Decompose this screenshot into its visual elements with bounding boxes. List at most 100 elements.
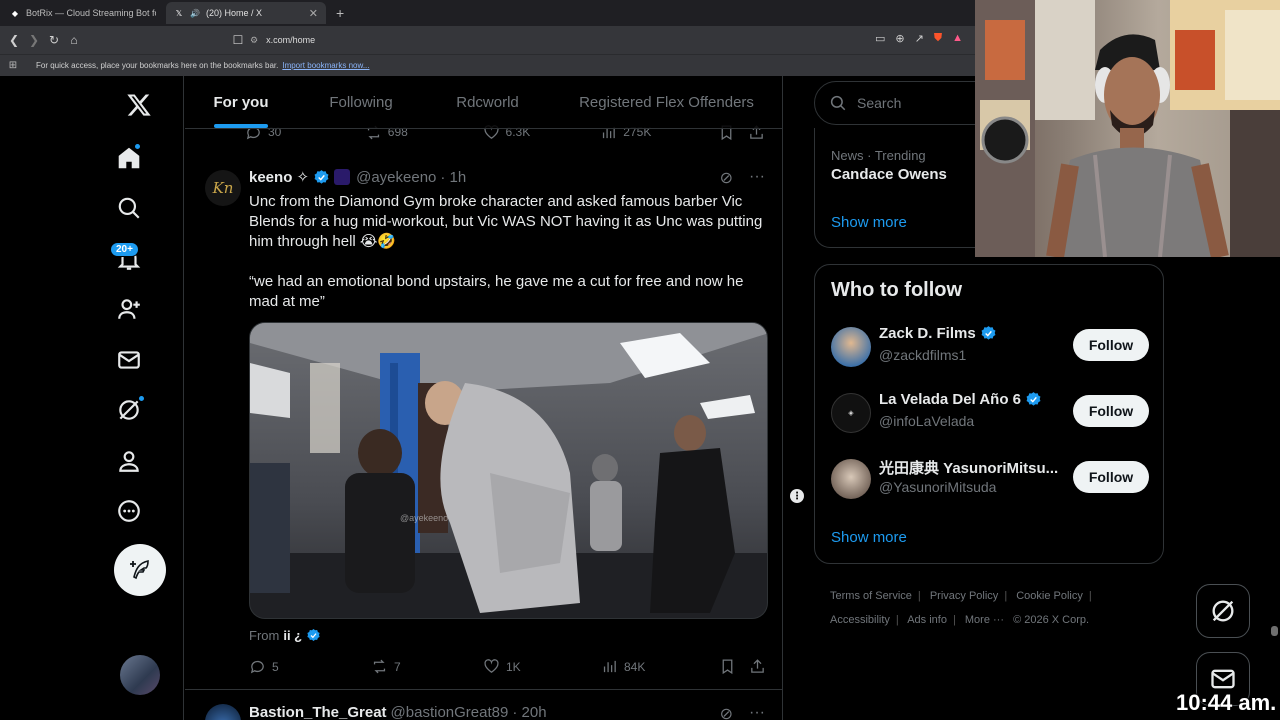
speaker-icon[interactable]: 🔊	[190, 8, 200, 18]
suggestion-avatar[interactable]	[831, 327, 871, 367]
grok-explain-icon[interactable]: ⊘	[720, 704, 733, 720]
forward-icon[interactable]: ❯	[24, 33, 44, 47]
suggestion-avatar[interactable]: ◈	[831, 393, 871, 433]
account-avatar[interactable]	[120, 655, 160, 695]
reply-button[interactable]: 5	[249, 658, 371, 675]
brave-rewards-icon[interactable]: ▲	[952, 32, 963, 45]
more-options-icon[interactable]	[110, 492, 148, 530]
tweet-video[interactable]: @ayekeeno	[249, 322, 768, 619]
tweet-author-name[interactable]: keeno ✧	[249, 168, 309, 186]
share-button[interactable]	[749, 658, 766, 675]
grok-float-button[interactable]	[1196, 584, 1250, 638]
next-tweet-avatar[interactable]	[205, 704, 241, 720]
reply-icon	[250, 660, 264, 674]
follow-button[interactable]: Follow	[1073, 461, 1149, 493]
follow-suggestion[interactable]: 光田康典 YasunoriMitsu... @YasunoriMitsuda F…	[831, 457, 1149, 507]
overflow-menu-icon[interactable]: ⋮	[790, 489, 804, 503]
tweet-menu: ⊘ ···	[720, 168, 765, 188]
browser-tab-botrix[interactable]: ◆ BotRix — Cloud Streaming Bot for Tw	[2, 2, 164, 24]
tab-for-you[interactable]: For you	[185, 76, 297, 128]
screen-icon[interactable]: ▭	[875, 32, 885, 45]
like-button[interactable]: 1K	[483, 658, 601, 675]
footer-more-link[interactable]: More ···	[965, 614, 1004, 626]
follow-button[interactable]: Follow	[1073, 329, 1149, 361]
messages-mail-icon[interactable]	[110, 341, 148, 379]
views-button[interactable]: 84K	[601, 658, 719, 675]
tab-title: BotRix — Cloud Streaming Bot for Tw	[26, 8, 156, 18]
repost-button[interactable]: 7	[371, 658, 483, 675]
bookmark-button[interactable]	[719, 658, 749, 675]
url-field[interactable]: ⚙ x.com/home	[250, 30, 970, 50]
timeline-column: For you Following Rdcworld Registered Fl…	[185, 76, 783, 720]
suggestion-name[interactable]: Zack D. Films	[879, 325, 1059, 342]
next-tweet-article[interactable]: Bastion_The_Great @bastionGreat89 · 20h …	[185, 692, 782, 720]
affiliate-badge-icon	[334, 169, 351, 185]
tweet-author-handle[interactable]: @ayekeeno	[356, 169, 436, 186]
next-tweet-timestamp[interactable]: · 20h	[512, 704, 546, 720]
profile-person-icon[interactable]	[110, 442, 148, 480]
next-tweet-author-handle[interactable]: @bastionGreat89	[391, 704, 509, 720]
explore-search-icon[interactable]	[110, 189, 148, 227]
back-icon[interactable]: ❮	[4, 33, 24, 47]
follow-people-icon[interactable]	[110, 290, 148, 328]
grok-icon[interactable]	[110, 391, 148, 429]
more-dots-icon[interactable]: ···	[749, 168, 765, 188]
tab-title: (20) Home / X	[206, 8, 263, 18]
browser-tabbar: ◆ BotRix — Cloud Streaming Bot for Tw 𝕏 …	[0, 0, 975, 26]
share-icon[interactable]: ↗	[915, 32, 924, 45]
follow-button[interactable]: Follow	[1073, 395, 1149, 427]
trend-meta: News · Trending	[831, 148, 926, 163]
trend-item[interactable]: Candace Owens	[831, 166, 947, 183]
suggestion-avatar[interactable]	[831, 459, 871, 499]
who-to-follow-show-more-link[interactable]: Show more	[831, 529, 907, 546]
trends-show-more-link[interactable]: Show more	[831, 214, 907, 231]
tweet-text-paragraph-1: Unc from the Diamond Gym broke character…	[249, 193, 767, 250]
footer-link[interactable]: Terms of Service	[830, 590, 912, 602]
scrollbar-thumb[interactable]	[1271, 626, 1278, 636]
tab-registered-flex-offenders[interactable]: Registered Flex Offenders	[550, 76, 782, 128]
zoom-icon[interactable]: ⊕	[895, 32, 904, 45]
more-dots-icon[interactable]: ···	[749, 704, 765, 720]
source-account-name[interactable]: ii ¿	[283, 628, 302, 643]
tab-following[interactable]: Following	[297, 76, 425, 128]
search-icon	[830, 95, 846, 111]
follow-suggestion[interactable]: Zack D. Films @zackdfilms1 Follow	[831, 325, 1149, 375]
browser-tab-x-home[interactable]: 𝕏 🔊 (20) Home / X ✕	[166, 2, 326, 24]
address-bar: ❮ ❯ ↻ ⌂ ☐ ⚙ x.com/home ▭ ⊕ ↗ ⛊ ▲	[0, 26, 975, 54]
stream-clock: 10:44 am.	[1176, 690, 1277, 715]
home-unread-dot	[134, 143, 141, 150]
footer-link[interactable]: Accessibility	[830, 614, 890, 626]
home-icon[interactable]: ⌂	[64, 33, 84, 47]
compose-post-button[interactable]	[114, 544, 166, 596]
verified-badge-icon	[1026, 392, 1041, 406]
bookmarks-bar: ⊞ For quick access, place your bookmarks…	[0, 54, 975, 76]
tweet-text: Unc from the Diamond Gym broke character…	[249, 192, 769, 312]
bookmark-page-icon[interactable]: ☐	[228, 33, 248, 47]
site-info-icon[interactable]: ⚙	[250, 35, 258, 46]
tweet-article[interactable]: Kn keeno ✧ @ayekeeno · 1h ⊘ ··· Unc from…	[185, 154, 782, 690]
grok-explain-icon[interactable]: ⊘	[720, 168, 733, 188]
tab-rdcworld[interactable]: Rdcworld	[425, 76, 550, 128]
new-tab-icon[interactable]: +	[336, 5, 344, 21]
footer-link[interactable]: Privacy Policy	[930, 590, 998, 602]
close-tab-icon[interactable]: ✕	[309, 7, 318, 20]
heart-icon	[484, 659, 499, 673]
sidebar-footer: Terms of Service | Privacy Policy | Cookie…	[830, 590, 1092, 626]
who-to-follow-card: Who to follow Zack D. Films @zackdfilms1…	[814, 264, 1164, 564]
follow-suggestion[interactable]: ◈ La Velada Del Año 6 @infoLaVelada Foll…	[831, 391, 1149, 441]
suggestion-name[interactable]: La Velada Del Año 6	[879, 391, 1059, 408]
timeline-tabs: For you Following Rdcworld Registered Fl…	[185, 76, 782, 129]
footer-link[interactable]: Ads info	[907, 614, 947, 626]
import-bookmarks-link[interactable]: Import bookmarks now...	[282, 61, 369, 70]
tweet-author-avatar[interactable]: Kn	[205, 170, 241, 206]
footer-link[interactable]: Cookie Policy	[1016, 590, 1083, 602]
suggestion-name[interactable]: 光田康典 YasunoriMitsu...	[879, 457, 1059, 478]
webcam-overlay	[975, 0, 1280, 257]
brave-shield-icon[interactable]: ⛊	[934, 32, 942, 45]
tweet-timestamp[interactable]: · 1h	[440, 169, 466, 186]
reload-icon[interactable]: ↻	[44, 33, 64, 47]
x-logo-icon[interactable]	[120, 86, 158, 124]
home-nav-icon[interactable]	[110, 139, 148, 177]
apps-grid-icon[interactable]: ⊞	[0, 60, 26, 71]
next-tweet-author-name[interactable]: Bastion_The_Great	[249, 704, 387, 720]
